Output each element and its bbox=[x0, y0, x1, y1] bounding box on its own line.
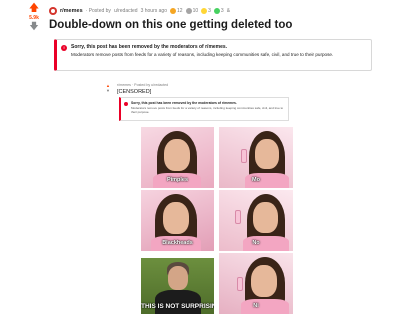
removal-notice: ! Sorry, this post has been removed by t… bbox=[54, 39, 372, 71]
embedded-title: [CENSORED] bbox=[117, 89, 152, 95]
removed-alert-icon: ! bbox=[61, 45, 67, 51]
meme-caption: Ni bbox=[253, 303, 259, 309]
award-icon bbox=[213, 7, 220, 14]
meme-image[interactable]: Pimples Mo Blackheads No THIS IS NOT SUR… bbox=[141, 127, 293, 314]
removal-notice-body: Moderators remove posts from feeds for a… bbox=[71, 52, 334, 57]
meme-caption: Blackheads bbox=[162, 240, 193, 246]
award-count: 3 bbox=[220, 7, 224, 14]
meme-caption: Mo bbox=[252, 177, 260, 183]
award-count: 10 bbox=[192, 7, 199, 14]
meme-panel-pimples: Pimples bbox=[141, 127, 214, 188]
embedded-notice-body: Moderators remove posts from feeds for a… bbox=[131, 105, 284, 114]
meme-panel-2: Mo bbox=[219, 127, 293, 188]
meme-panel-6: Ni bbox=[219, 253, 293, 314]
subreddit-icon[interactable] bbox=[49, 6, 57, 15]
vote-column: 🡅 5.9k 🡇 bbox=[25, 4, 43, 31]
embedded-post-screenshot: ▲ ▼ r/memes · Posted by u/redacted [CENS… bbox=[103, 82, 303, 126]
meme-panel-4: No bbox=[219, 190, 293, 251]
time-ago: 3 hours ago bbox=[140, 7, 167, 14]
meme-caption: Pimples bbox=[166, 177, 189, 183]
downvote-arrow-icon[interactable]: 🡇 bbox=[25, 22, 43, 31]
award-count: 12 bbox=[177, 7, 183, 14]
award-count: 3 bbox=[208, 7, 211, 14]
upvote-arrow-icon[interactable]: 🡅 bbox=[25, 4, 43, 14]
embedded-meta: r/memes · Posted by u/redacted bbox=[117, 83, 169, 87]
award-2[interactable]: 10 bbox=[185, 7, 199, 14]
embedded-downvote-icon: ▼ bbox=[106, 88, 110, 93]
posted-by-label: · Posted by bbox=[85, 7, 111, 14]
award-icon bbox=[170, 7, 176, 14]
meme-panel-blackheads: Blackheads bbox=[141, 190, 214, 251]
meme-caption: No bbox=[252, 240, 260, 246]
embedded-alert-icon bbox=[124, 102, 128, 106]
award-icon bbox=[201, 7, 208, 14]
username-link[interactable]: u/redacted bbox=[114, 8, 138, 14]
removal-notice-title: Sorry, this post has been removed by the… bbox=[71, 44, 228, 50]
post-title[interactable]: Double-down on this one getting deleted … bbox=[49, 19, 292, 31]
awards-more[interactable]: & bbox=[227, 8, 230, 14]
meme-caption: THIS IS NOT SURPRISING bbox=[141, 303, 214, 310]
award-icon bbox=[185, 7, 192, 14]
embedded-vote: ▲ ▼ bbox=[103, 83, 113, 93]
award-4[interactable]: 3 bbox=[213, 7, 224, 14]
award-1[interactable]: 12 bbox=[170, 7, 183, 14]
embedded-removal-notice: Sorry, this post has been removed by the… bbox=[119, 97, 289, 121]
award-3[interactable]: 3 bbox=[201, 7, 211, 14]
post-meta: r/memes · Posted by u/redacted 3 hours a… bbox=[49, 6, 230, 15]
subreddit-link[interactable]: r/memes bbox=[60, 8, 83, 14]
meme-panel-not-surprising: THIS IS NOT SURPRISING bbox=[141, 258, 214, 314]
